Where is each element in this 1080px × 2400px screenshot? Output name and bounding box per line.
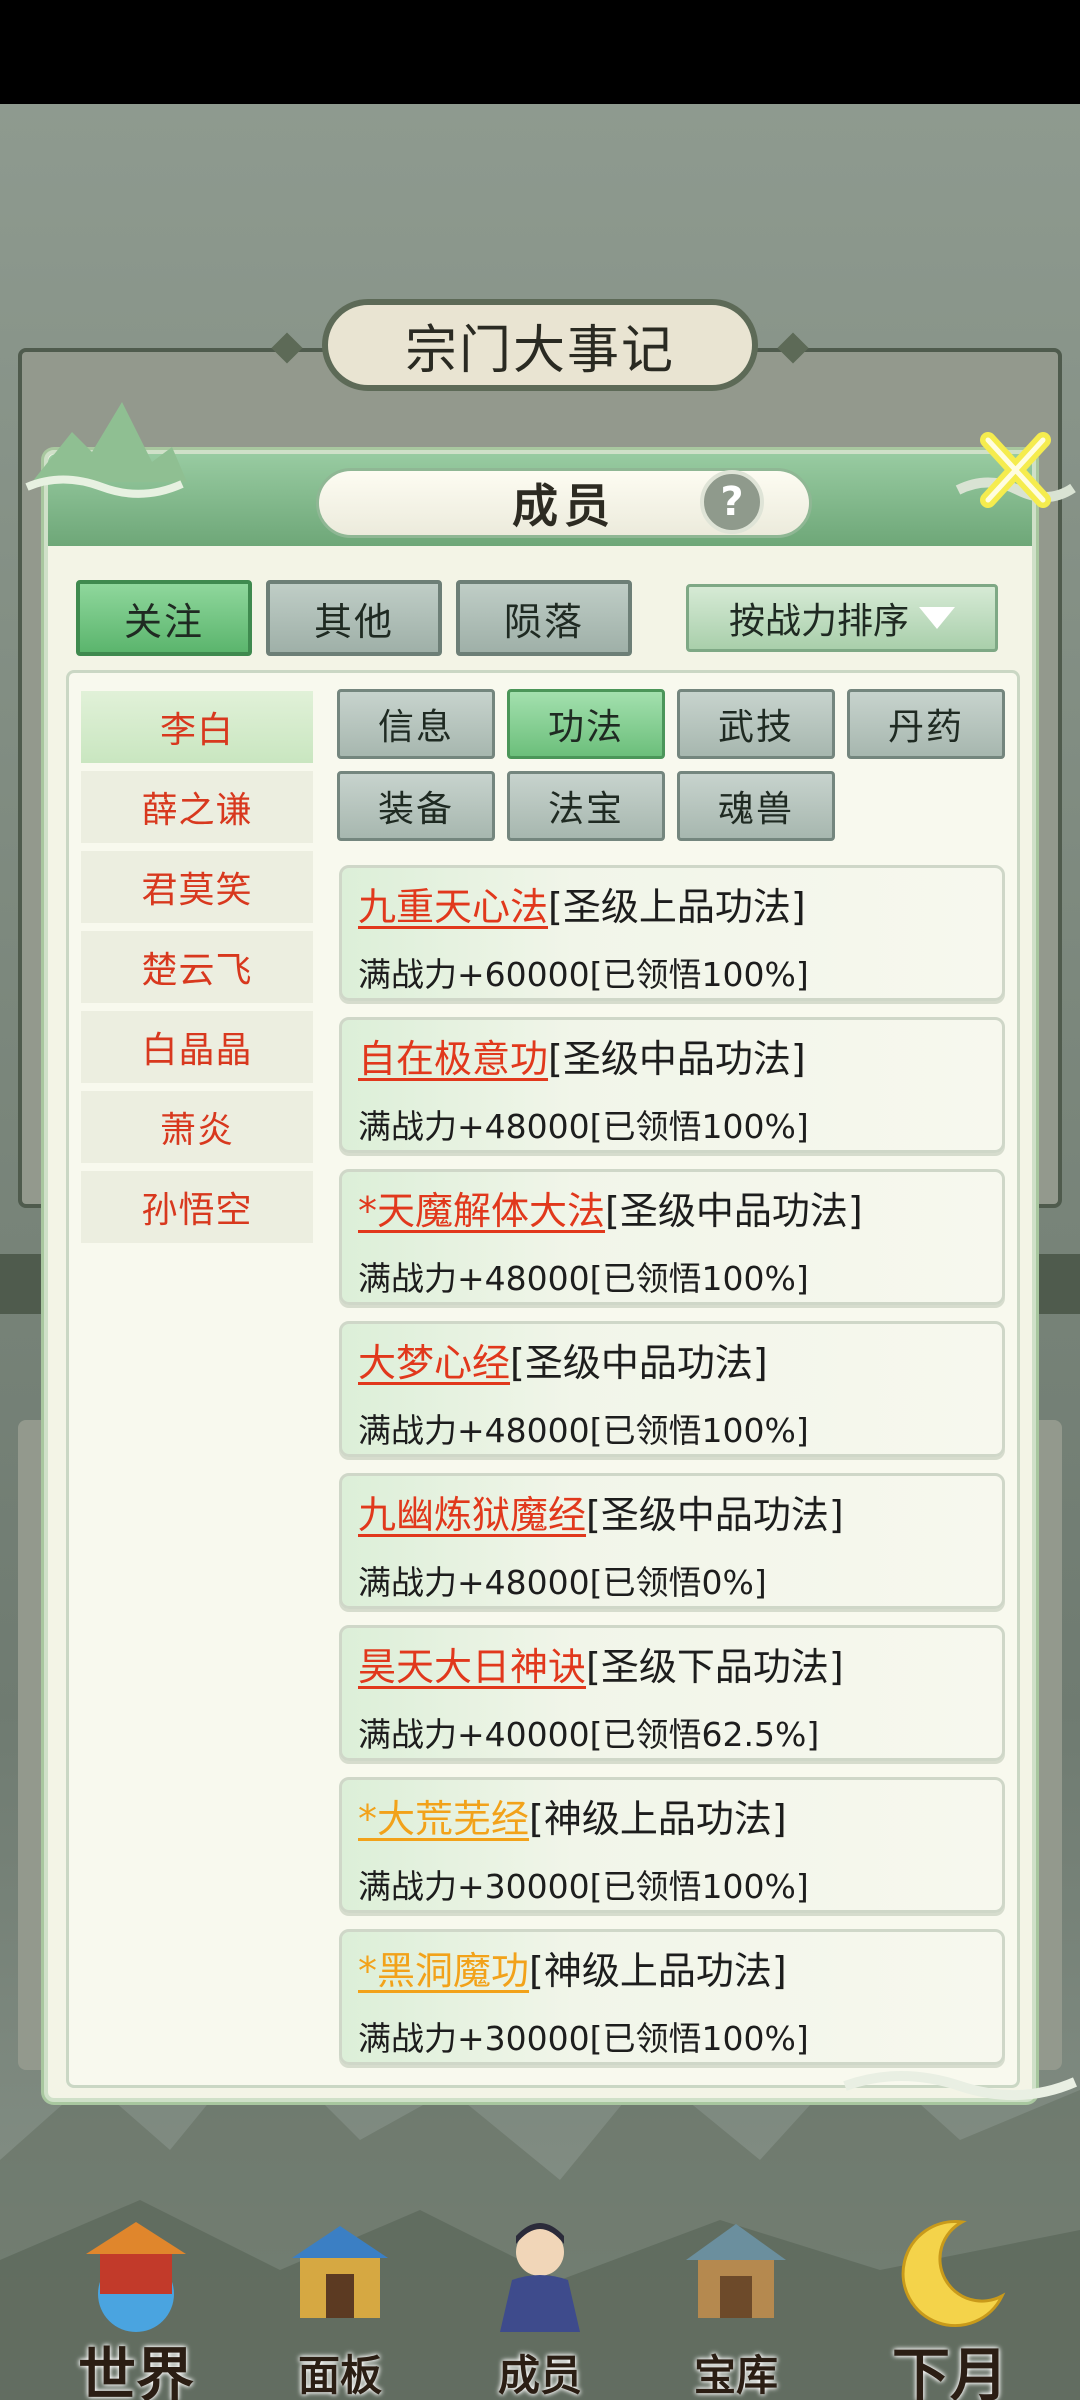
skill-name-link[interactable]: 昊天大日神诀 (358, 1645, 586, 1689)
chevron-down-icon (919, 607, 955, 629)
skill-card: *大荒芜经[神级上品功法] 满战力+30000[已领悟100%] (339, 1777, 1005, 1913)
skill-title: *黑洞魔功[神级上品功法] (358, 1940, 787, 1995)
skill-title: 九幽炼狱魔经[圣级中品功法] (358, 1484, 844, 1539)
member-item[interactable]: 李白 (81, 691, 313, 763)
skill-grade: [圣级中品功法] (510, 1341, 768, 1385)
subtab-info[interactable]: 信息 (337, 689, 495, 759)
tab-other[interactable]: 其他 (266, 580, 442, 656)
skill-grade: [圣级中品功法] (605, 1189, 863, 1233)
background-dialog-title: 宗门大事记 (322, 299, 758, 391)
subtab-equipment[interactable]: 装备 (337, 771, 495, 841)
member-content-panel: 李白 薛之谦 君莫笑 楚云飞 白晶晶 萧炎 孙悟空 信息 功法 武技 丹药 装备… (66, 670, 1020, 2088)
character-icon (500, 2223, 580, 2332)
member-item[interactable]: 孙悟空 (81, 1171, 313, 1243)
palace-icon (86, 2222, 186, 2332)
skill-stat: 满战力+30000[已领悟100%] (358, 1867, 809, 1906)
skill-title: 九重天心法[圣级上品功法] (358, 876, 806, 931)
skill-stat: 满战力+48000[已领悟100%] (358, 1411, 809, 1450)
tab-follow[interactable]: 关注 (76, 580, 252, 656)
skill-name-link[interactable]: *大荒芜经 (358, 1797, 529, 1841)
skill-name-link[interactable]: *黑洞魔功 (358, 1949, 529, 1993)
close-icon[interactable] (948, 420, 1078, 520)
skill-name-link[interactable]: 九幽炼狱魔经 (358, 1493, 586, 1537)
nav-treasury[interactable]: 宝库 (636, 2200, 836, 2400)
member-item[interactable]: 薛之谦 (81, 771, 313, 843)
skill-grade: [神级上品功法] (529, 1797, 787, 1841)
member-item[interactable]: 萧炎 (81, 1091, 313, 1163)
skill-card: *黑洞魔功[神级上品功法] 满战力+30000[已领悟100%] (339, 1929, 1005, 2065)
subtab-pills[interactable]: 丹药 (847, 689, 1005, 759)
skill-title: *大荒芜经[神级上品功法] (358, 1788, 787, 1843)
nav-members[interactable]: 成员 (440, 2200, 640, 2400)
skill-stat: 满战力+40000[已领悟62.5%] (358, 1715, 820, 1754)
skill-grade: [圣级下品功法] (586, 1645, 844, 1689)
skill-name-link[interactable]: *天魔解体大法 (358, 1189, 605, 1233)
skill-stat: 满战力+60000[已领悟100%] (358, 955, 809, 994)
mountain-cloud-icon (25, 402, 187, 498)
skill-card: 自在极意功[圣级中品功法] 满战力+48000[已领悟100%] (339, 1017, 1005, 1153)
skill-grade: [圣级中品功法] (586, 1493, 844, 1537)
subtab-spirit-beasts[interactable]: 魂兽 (677, 771, 835, 841)
skill-stat: 满战力+48000[已领悟100%] (358, 1107, 809, 1146)
treasury-icon (686, 2224, 786, 2318)
skill-grade: [圣级上品功法] (548, 885, 806, 929)
skill-card: 大梦心经[圣级中品功法] 满战力+48000[已领悟100%] (339, 1321, 1005, 1457)
skill-title: 自在极意功[圣级中品功法] (358, 1028, 806, 1083)
member-item[interactable]: 楚云飞 (81, 931, 313, 1003)
cloud-icon (843, 2071, 1077, 2101)
member-item[interactable]: 白晶晶 (81, 1011, 313, 1083)
moon-icon (901, 2220, 1006, 2328)
subtab-skills[interactable]: 功法 (507, 689, 665, 759)
member-item[interactable]: 君莫笑 (81, 851, 313, 923)
skill-name-link[interactable]: 九重天心法 (358, 885, 548, 929)
help-icon[interactable]: ? (700, 470, 764, 534)
nav-world[interactable]: 世界 (36, 2200, 236, 2400)
skill-name-link[interactable]: 大梦心经 (358, 1341, 510, 1385)
skill-grade: [神级上品功法] (529, 1949, 787, 1993)
skill-card: 九重天心法[圣级上品功法] 满战力+60000[已领悟100%] (339, 865, 1005, 1001)
nav-panel[interactable]: 面板 (240, 2200, 440, 2400)
nav-next-month[interactable]: 下月 (850, 2200, 1050, 2400)
subtab-martial-arts[interactable]: 武技 (677, 689, 835, 759)
sort-dropdown[interactable]: 按战力排序 (686, 584, 998, 652)
subtab-artifacts[interactable]: 法宝 (507, 771, 665, 841)
skill-title: 大梦心经[圣级中品功法] (358, 1332, 768, 1387)
skill-stat: 满战力+48000[已领悟100%] (358, 1259, 809, 1298)
sort-label: 按战力排序 (728, 601, 909, 642)
members-dialog: 成员 ? 关注 其他 陨落 按战力排序 李白 薛之谦 君莫笑 楚云飞 白晶晶 萧… (25, 402, 1076, 2102)
skill-title: 昊天大日神诀[圣级下品功法] (358, 1636, 844, 1691)
skill-title: *天魔解体大法[圣级中品功法] (358, 1180, 863, 1235)
skill-stat: 满战力+48000[已领悟0%] (358, 1563, 767, 1602)
gate-icon (292, 2226, 388, 2318)
skill-name-link[interactable]: 自在极意功 (358, 1037, 548, 1081)
skill-stat: 满战力+30000[已领悟100%] (358, 2019, 809, 2058)
skill-card: 昊天大日神诀[圣级下品功法] 满战力+40000[已领悟62.5%] (339, 1625, 1005, 1761)
skill-card: 九幽炼狱魔经[圣级中品功法] 满战力+48000[已领悟0%] (339, 1473, 1005, 1609)
skill-grade: [圣级中品功法] (548, 1037, 806, 1081)
tab-fallen[interactable]: 陨落 (456, 580, 632, 656)
skill-card: *天魔解体大法[圣级中品功法] 满战力+48000[已领悟100%] (339, 1169, 1005, 1305)
